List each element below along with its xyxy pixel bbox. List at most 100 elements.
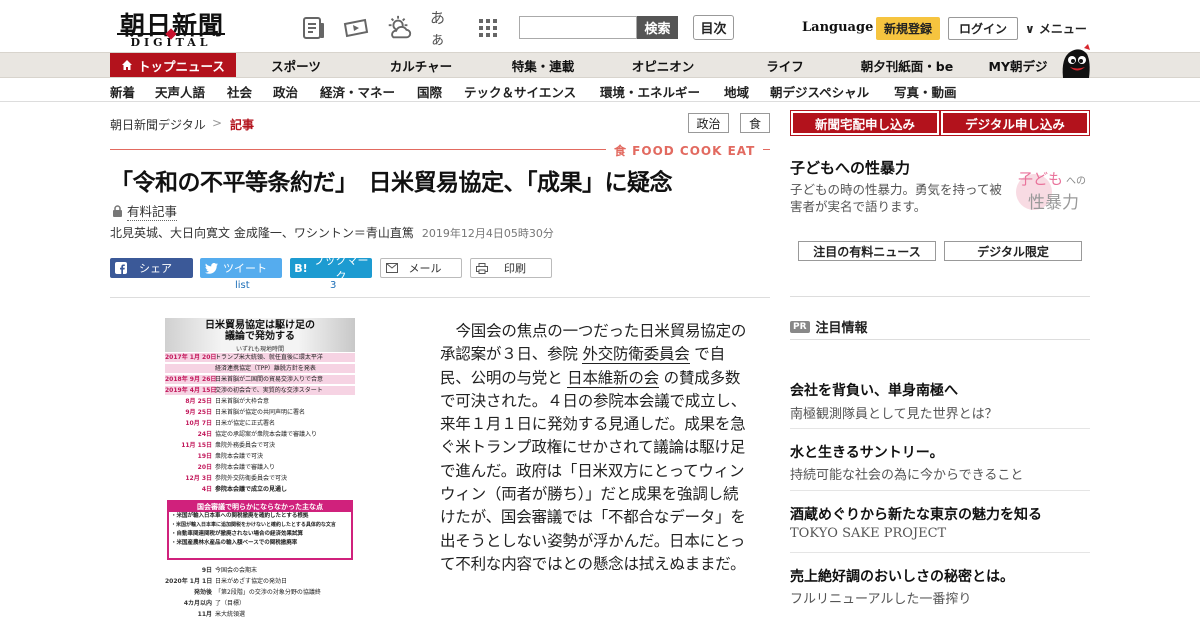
subnav-photo[interactable]: 写真・動画 (894, 82, 957, 101)
pr-item-desc[interactable]: 南極観測隊員として見た世界とは？ (790, 403, 998, 422)
divider (790, 552, 1090, 553)
furigana-toggle[interactable]: あぁ (430, 9, 458, 48)
paid-article-label[interactable]: 有料記事 (112, 201, 178, 221)
pr-item-desc[interactable]: TOKYO SAKE PROJECT (790, 526, 946, 541)
nav-paper[interactable]: 朝夕刊紙面・be (855, 53, 959, 77)
facebook-share-button[interactable]: シェア (110, 258, 193, 278)
promo-artwork[interactable]: 子ども への 性暴力 (1012, 162, 1092, 214)
pr-badge: PR (790, 320, 810, 333)
nav-opinion[interactable]: オピニオン (618, 53, 708, 77)
pr-item-title[interactable]: 売上絶好調のおいしさの秘密とは。 (790, 566, 1014, 586)
promo-title[interactable]: 子どもへの性暴力 (790, 157, 910, 178)
link-ishin[interactable]: 日本維新の会 (567, 368, 659, 388)
timeline-date: 11月 15日 (181, 442, 212, 449)
breadcrumb-home[interactable]: 朝日新聞デジタル (110, 116, 206, 133)
newspaper-icon[interactable] (300, 14, 328, 42)
grid-menu-icon[interactable] (474, 14, 502, 42)
pr-item-desc[interactable]: 持続可能な社会の為に今からできること (790, 464, 1023, 483)
timeline-event: 日米が協定に正式署名 (215, 420, 276, 427)
tab-digital-only[interactable]: デジタル限定 (944, 241, 1082, 261)
subnav-politics[interactable]: 政治 (273, 82, 298, 101)
subnav-new[interactable]: 新着 (110, 82, 135, 101)
link-gaiko-boei[interactable]: 外交防衛委員会 (582, 345, 690, 365)
twitter-count[interactable]: list (235, 280, 250, 291)
facebook-icon (110, 262, 132, 274)
subnav-tensei[interactable]: 天声人語 (155, 82, 205, 101)
site-logo-sub[interactable]: DIGITAL (117, 33, 225, 49)
twitter-share-button[interactable]: ツイート (200, 258, 282, 278)
timeline-date: 24日 (197, 431, 212, 438)
mail-share-button[interactable]: メール (380, 258, 462, 278)
nav-features[interactable]: 特集・連載 (498, 53, 588, 77)
timeline-event: 衆院本会議で可決 (215, 453, 264, 460)
share-label: 印刷 (504, 262, 526, 275)
tab-paid-news[interactable]: 注目の有料ニュース (798, 241, 936, 261)
subnav-tech[interactable]: テック＆サイエンス (464, 82, 576, 101)
weather-icon[interactable] (385, 14, 413, 42)
register-button[interactable]: 新規登録 (876, 17, 940, 40)
timeline-event: 日米首脳が二国間の貿易交渉入りで合意 (215, 376, 324, 383)
video-ticket-icon[interactable] (342, 14, 370, 42)
promo-text[interactable]: 子どもの時の性暴力。勇気を持って被害者が実名で語ります。 (790, 181, 1005, 215)
timeline-date: 11月 (197, 611, 212, 618)
timeline-row: 20日 参院本会議で審議入り (165, 463, 355, 472)
authors: 北見英城、大日向寛文 金成隆一、ワシントン＝青山直篤 (110, 226, 414, 240)
hatena-count[interactable]: 3 (330, 280, 336, 291)
hatena-bookmark-button[interactable]: B! ブックマーク (290, 254, 372, 283)
timeline-event: 参院外交防衛委員会で可決 (215, 475, 288, 482)
lock-icon (113, 205, 122, 217)
breadcrumb-current: 記事 (230, 118, 255, 132)
search-button[interactable]: 検索 (637, 16, 678, 39)
print-button[interactable]: 印刷 (470, 258, 552, 278)
timeline-row: 12月 3日 参院外交防衛委員会で可決 (165, 474, 355, 483)
box-title: 国会審議で明らかにならなかった主な点 (169, 502, 351, 512)
subnav-region[interactable]: 地域 (724, 82, 749, 101)
timeline-row: 24日 協定の承認案が衆院本会議で審議入り (165, 430, 355, 439)
timeline-row: 8月 25日 日米首脳が大枠合意 (165, 397, 355, 406)
subscribe-paper-button[interactable]: 新聞宅配申し込み (790, 110, 940, 136)
nav-life[interactable]: ライフ (745, 53, 825, 77)
divider (0, 101, 1200, 102)
login-button[interactable]: ログイン (948, 17, 1018, 40)
pr-item-title[interactable]: 会社を背負い、単身南極へ (790, 380, 958, 400)
subnav-international[interactable]: 国際 (417, 82, 442, 101)
infographic-subtitle: いずれも現地時間 (235, 346, 284, 353)
timeline-event: 衆院外務委員会で可決 (215, 442, 276, 449)
nav-culture[interactable]: カルチャー (376, 53, 466, 77)
home-icon (122, 60, 133, 70)
tag-politics[interactable]: 政治 (688, 113, 729, 133)
subnav-special[interactable]: 朝デジスペシャル (770, 82, 869, 101)
mascot-icon[interactable] (1058, 44, 1092, 78)
timeline-date: 9日 (201, 567, 212, 574)
subnav-economy[interactable]: 経済・マネー (320, 82, 395, 101)
timeline-date: 9月 25日 (185, 409, 212, 416)
subscribe-digital-button[interactable]: デジタル申し込み (940, 110, 1090, 136)
timeline-date: 2017年 1月 20日 (165, 354, 217, 361)
search-input[interactable] (519, 16, 637, 39)
subnav-society[interactable]: 社会 (227, 82, 252, 101)
timeline-row: 発効後 「第2段階」の交渉の対象分野の協議終 (165, 588, 355, 597)
food-badge[interactable]: 食 FOOD COOK EAT (606, 142, 764, 159)
pr-item-title[interactable]: 酒蔵めぐりから新たな東京の魅力を知る (790, 504, 1042, 524)
pr-item-title[interactable]: 水と生きるサントリー。 (790, 442, 944, 462)
nav-sports[interactable]: スポーツ (256, 53, 336, 77)
timeline-date: 8月 25日 (185, 398, 212, 405)
unresolved-points-box: 国会審議で明らかにならなかった主な点 ・米国が輸入日本車への関税撤廃を確約したと… (167, 500, 353, 560)
timeline-infographic[interactable]: 日米貿易協定は駆け足の 議論で発効する いずれも現地時間 2017年 1月 20日… (165, 318, 355, 630)
pr-item-desc[interactable]: フルリニューアルした一番搾り (790, 588, 971, 607)
twitter-icon (200, 262, 222, 274)
divider (790, 296, 1090, 297)
subnav-environment[interactable]: 環境・エネルギー (600, 82, 700, 101)
menu-link[interactable]: ∨ メニュー (1025, 20, 1087, 37)
timeline-event: 協定の承認案が衆院本会議で審議入り (215, 431, 318, 438)
language-link[interactable]: Language (802, 20, 873, 35)
nav-my-asahi[interactable]: MY朝デジ (980, 53, 1056, 77)
nav-top-news[interactable]: トップニュース (110, 53, 236, 77)
timeline-event: 日米首脳が大枠合意 (215, 398, 270, 405)
printer-icon (471, 262, 493, 274)
toc-button[interactable]: 目次 (693, 15, 734, 40)
timeline-event: 日米がめざす協定の発効日 (215, 578, 288, 585)
timeline-date: 4日 (201, 486, 212, 493)
tag-food[interactable]: 食 (740, 113, 770, 133)
divider (790, 339, 1090, 340)
